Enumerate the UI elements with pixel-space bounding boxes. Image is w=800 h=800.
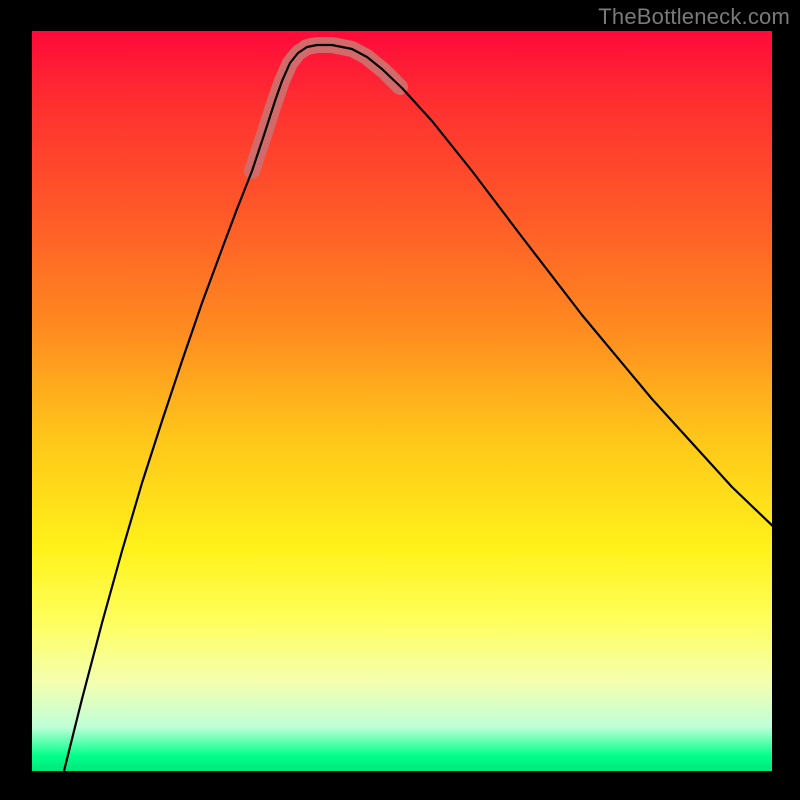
curve-layer (32, 31, 772, 771)
gradient-plot-area (32, 31, 772, 771)
main-curve-path (64, 45, 772, 771)
highlight-segment-left (252, 47, 307, 171)
watermark-text: TheBottleneck.com (598, 4, 790, 30)
